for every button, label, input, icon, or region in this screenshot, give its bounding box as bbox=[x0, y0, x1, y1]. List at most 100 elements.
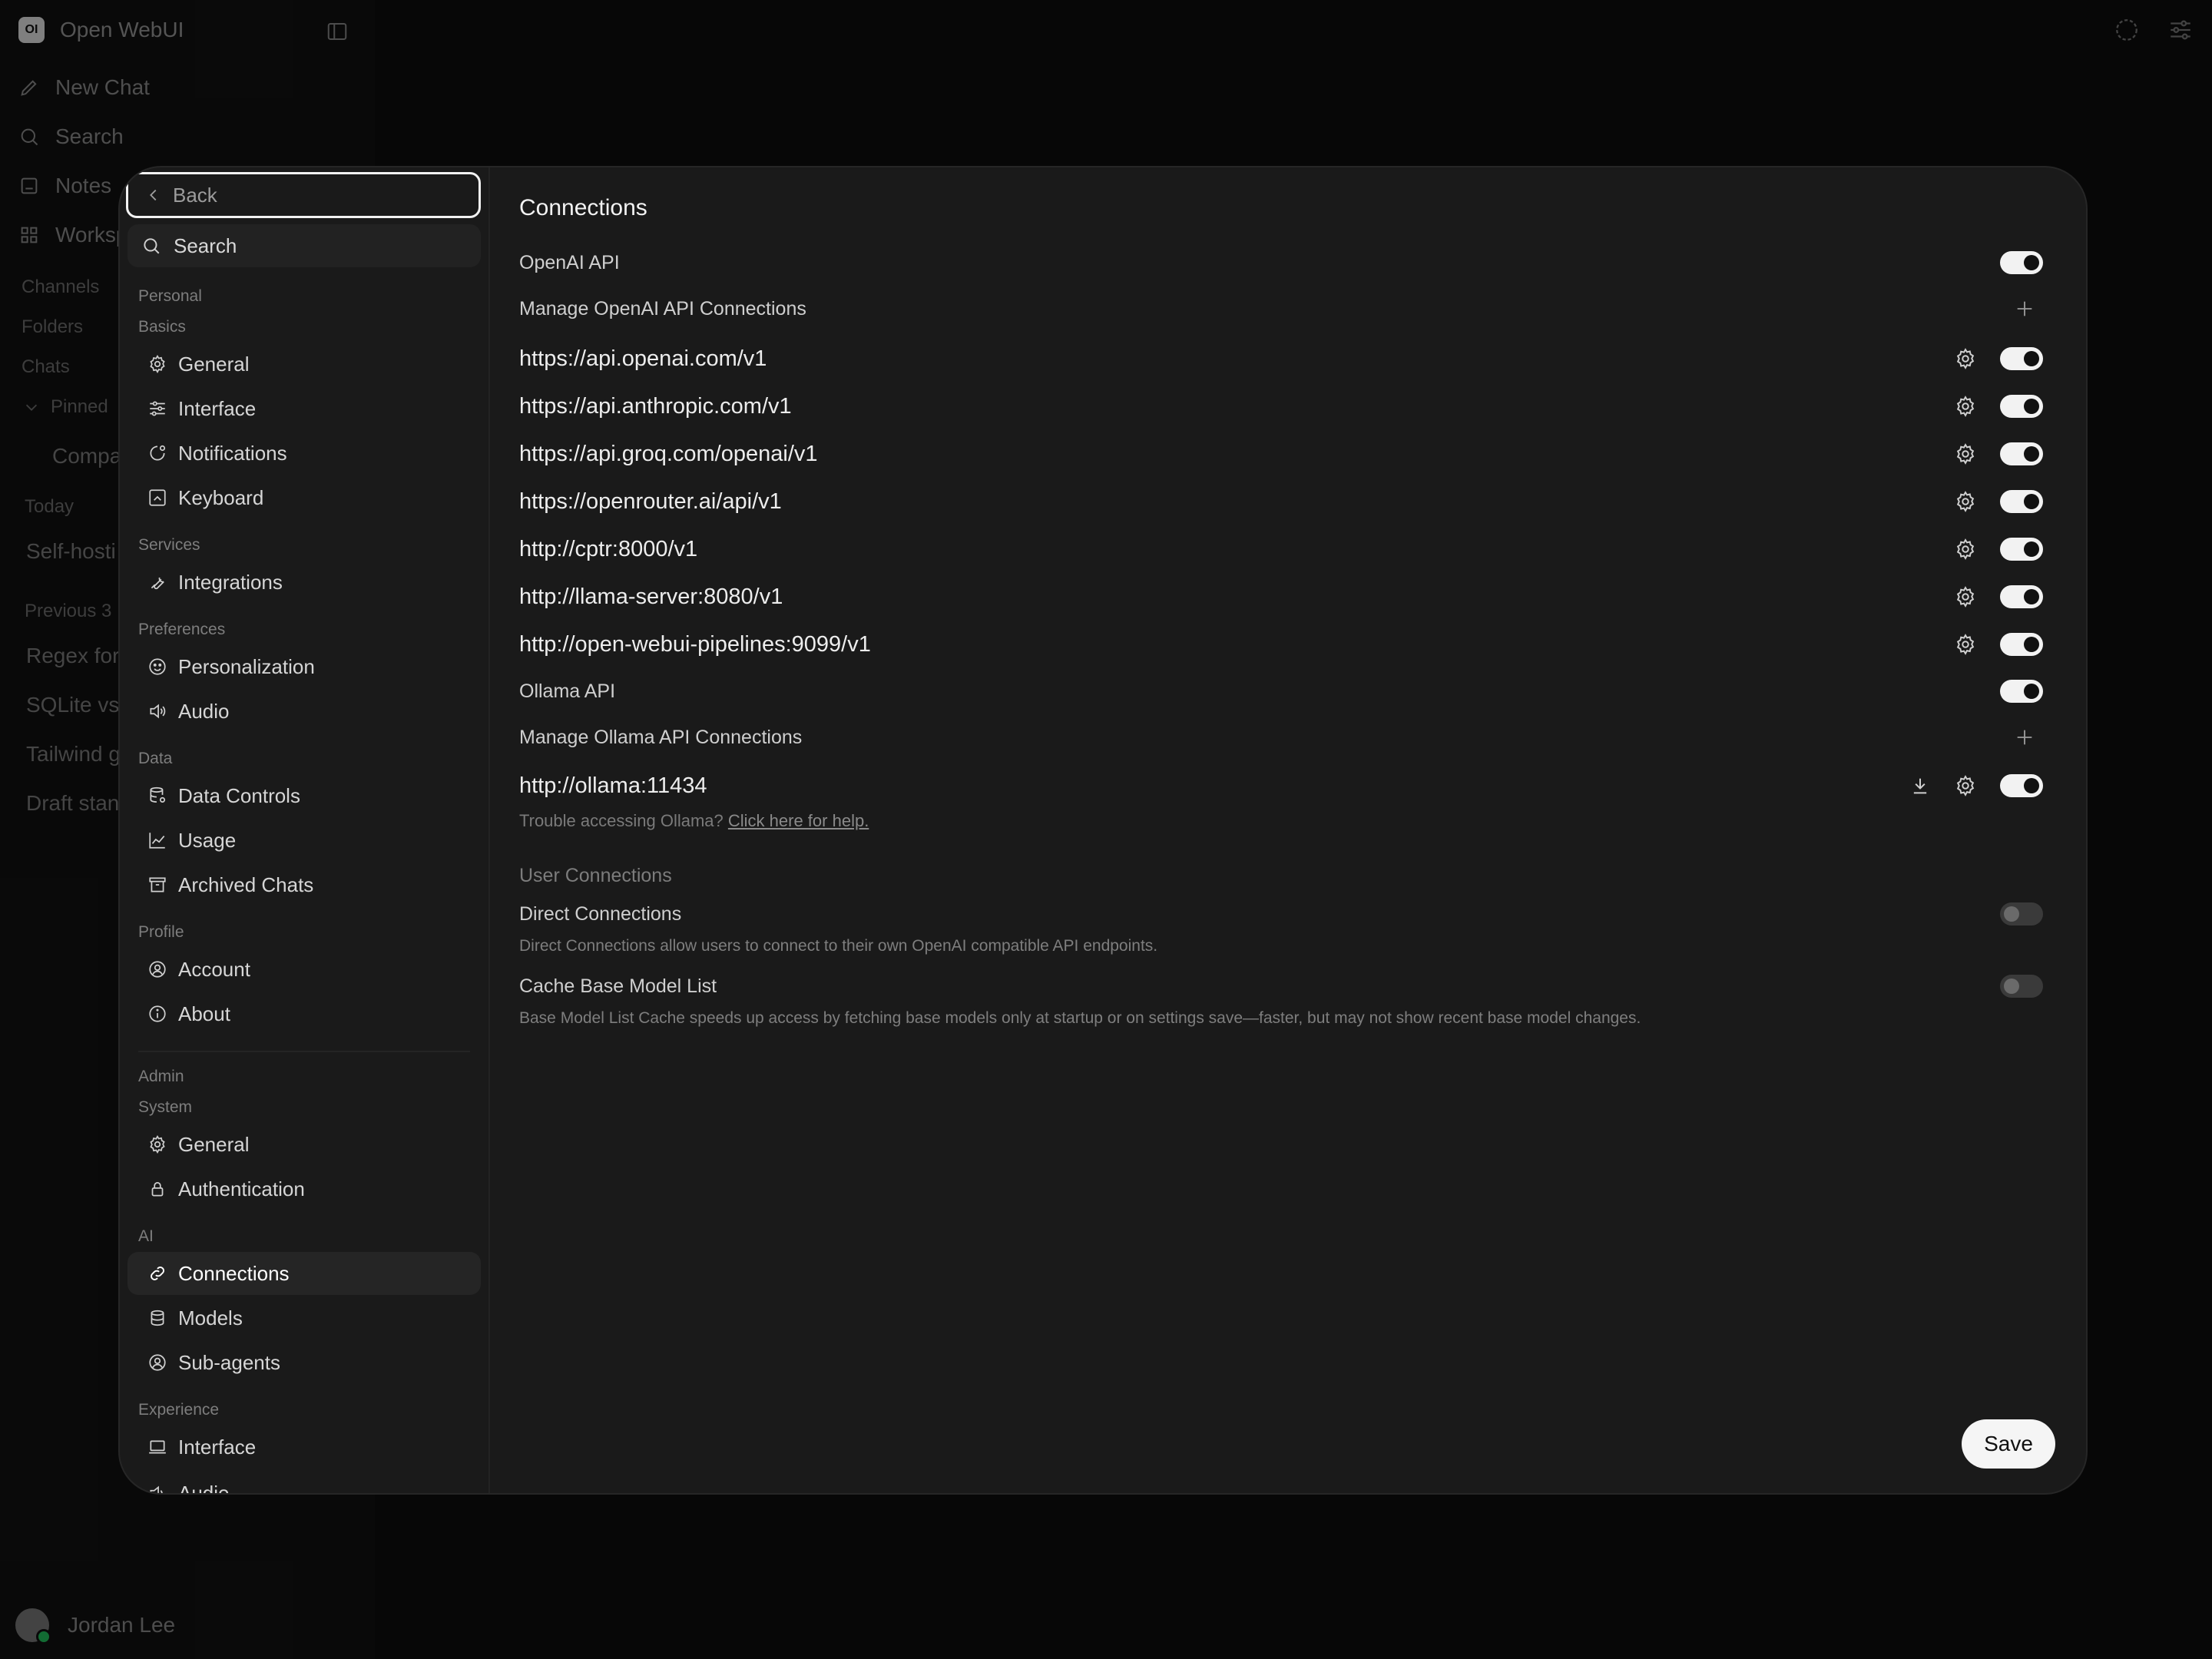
connection-url: http://ollama:11434 bbox=[519, 773, 707, 798]
connection-row: http://cptr:8000/v1 bbox=[519, 531, 2043, 567]
connection-row: http://open-webui-pipelines:9099/v1 bbox=[519, 627, 2043, 662]
download-icon[interactable] bbox=[1909, 775, 1931, 796]
settings-item-personalization[interactable]: Personalization bbox=[127, 645, 481, 688]
heading-system: System bbox=[138, 1098, 193, 1116]
settings-item-label: Integrations bbox=[178, 570, 283, 594]
help-link[interactable]: Click here for help. bbox=[728, 811, 869, 830]
connection-toggle[interactable] bbox=[2000, 347, 2043, 370]
ollama-api-row: Ollama API bbox=[519, 676, 2043, 707]
chart-line-icon bbox=[147, 830, 178, 850]
settings-item-audio[interactable]: Audio bbox=[127, 690, 481, 733]
connection-url: https://api.openai.com/v1 bbox=[519, 346, 767, 371]
settings-item-experience-audio[interactable]: Audio bbox=[127, 1472, 481, 1493]
settings-item-admin-general[interactable]: General bbox=[127, 1123, 481, 1166]
connection-toggle[interactable] bbox=[2000, 395, 2043, 418]
direct-connections-description: Direct Connections allow users to connec… bbox=[519, 937, 1158, 955]
chevron-left-icon bbox=[145, 187, 173, 204]
gear-icon[interactable] bbox=[1954, 490, 1977, 513]
connection-toggle[interactable] bbox=[2000, 585, 2043, 608]
page-title: Connections bbox=[519, 195, 647, 220]
manage-ollama-label: Manage Ollama API Connections bbox=[519, 726, 803, 748]
connection-url: http://cptr:8000/v1 bbox=[519, 536, 698, 561]
connection-toggle[interactable] bbox=[2000, 633, 2043, 656]
connection-toggle[interactable] bbox=[2000, 442, 2043, 465]
wrench-icon bbox=[147, 572, 178, 592]
heading-services: Services bbox=[138, 536, 200, 554]
connection-row: https://api.openai.com/v1 bbox=[519, 341, 2043, 376]
settings-item-usage[interactable]: Usage bbox=[127, 819, 481, 862]
gear-icon[interactable] bbox=[1954, 395, 1977, 418]
settings-item-interface[interactable]: Interface bbox=[127, 387, 481, 430]
gear-icon[interactable] bbox=[1954, 633, 1977, 656]
heading-basics: Basics bbox=[138, 318, 186, 336]
settings-item-integrations[interactable]: Integrations bbox=[127, 561, 481, 604]
openai-api-row: OpenAI API bbox=[519, 247, 2043, 278]
ollama-api-toggle[interactable] bbox=[2000, 680, 2043, 703]
openai-api-label: OpenAI API bbox=[519, 251, 620, 273]
search-label: Search bbox=[174, 233, 237, 257]
gear-icon[interactable] bbox=[1954, 774, 1977, 797]
user-circle-icon bbox=[147, 1353, 178, 1373]
settings-item-label: Usage bbox=[178, 828, 237, 852]
settings-item-label: General bbox=[178, 352, 250, 376]
add-ollama-connection-icon[interactable] bbox=[2014, 727, 2035, 748]
settings-search-input[interactable]: Search bbox=[127, 224, 481, 267]
connection-row: https://openrouter.ai/api/v1 bbox=[519, 484, 2043, 519]
cache-model-list-label: Cache Base Model List bbox=[519, 975, 717, 997]
cache-model-list-toggle[interactable] bbox=[2000, 975, 2043, 998]
settings-item-label: Personalization bbox=[178, 654, 315, 678]
settings-item-about[interactable]: About bbox=[127, 992, 481, 1035]
connection-row: http://llama-server:8080/v1 bbox=[519, 579, 2043, 614]
back-button[interactable]: Back bbox=[126, 172, 481, 218]
settings-item-label: Sub-agents bbox=[178, 1350, 280, 1374]
sidebar-divider bbox=[138, 1051, 470, 1052]
connection-toggle[interactable] bbox=[2000, 538, 2043, 561]
settings-item-sub-agents[interactable]: Sub-agents bbox=[127, 1341, 481, 1384]
settings-item-authentication[interactable]: Authentication bbox=[127, 1167, 481, 1210]
connection-url: http://open-webui-pipelines:9099/v1 bbox=[519, 631, 871, 657]
settings-item-label: About bbox=[178, 1002, 230, 1025]
connection-url: https://api.anthropic.com/v1 bbox=[519, 393, 792, 419]
search-icon bbox=[141, 236, 174, 256]
speaker-icon bbox=[147, 701, 178, 721]
add-openai-connection-icon[interactable] bbox=[2014, 298, 2035, 320]
heading-experience: Experience bbox=[138, 1401, 220, 1419]
settings-item-label: Archived Chats bbox=[178, 873, 314, 896]
settings-item-label: Data Controls bbox=[178, 783, 300, 807]
heading-preferences: Preferences bbox=[138, 621, 226, 638]
keyboard-icon bbox=[147, 488, 178, 508]
settings-item-connections[interactable]: Connections bbox=[127, 1252, 481, 1295]
settings-item-experience-interface[interactable]: Interface bbox=[127, 1426, 481, 1469]
user-circle-icon bbox=[147, 959, 178, 979]
settings-item-label: Connections bbox=[178, 1261, 290, 1285]
gear-icon bbox=[147, 354, 178, 374]
heading-ai: AI bbox=[138, 1227, 154, 1245]
gear-icon[interactable] bbox=[1954, 585, 1977, 608]
openai-api-toggle[interactable] bbox=[2000, 251, 2043, 274]
settings-item-archived-chats[interactable]: Archived Chats bbox=[127, 863, 481, 906]
settings-item-general[interactable]: General bbox=[127, 343, 481, 386]
settings-item-notifications[interactable]: Notifications bbox=[127, 432, 481, 475]
gear-icon[interactable] bbox=[1954, 442, 1977, 465]
manage-openai-label: Manage OpenAI API Connections bbox=[519, 297, 806, 320]
ollama-connection-row: http://ollama:11434 bbox=[519, 768, 2043, 803]
settings-item-account[interactable]: Account bbox=[127, 948, 481, 991]
connections-panel: Connections OpenAI API Manage OpenAI API… bbox=[504, 167, 2086, 1493]
settings-item-label: General bbox=[178, 1132, 250, 1156]
settings-item-models[interactable]: Models bbox=[127, 1296, 481, 1339]
archive-icon bbox=[147, 875, 178, 895]
ollama-help: Trouble accessing Ollama? Click here for… bbox=[519, 811, 869, 831]
settings-item-label: Audio bbox=[178, 699, 230, 723]
connection-toggle[interactable] bbox=[2000, 490, 2043, 513]
settings-item-data-controls[interactable]: Data Controls bbox=[127, 774, 481, 817]
stack-icon bbox=[147, 1308, 178, 1328]
heading-admin: Admin bbox=[138, 1068, 184, 1085]
settings-sidebar: Back Search Personal Basics General Inte… bbox=[120, 167, 490, 1493]
gear-icon[interactable] bbox=[1954, 347, 1977, 370]
connection-toggle[interactable] bbox=[2000, 774, 2043, 797]
direct-connections-toggle[interactable] bbox=[2000, 902, 2043, 926]
gear-icon[interactable] bbox=[1954, 538, 1977, 561]
settings-item-keyboard[interactable]: Keyboard bbox=[127, 476, 481, 519]
ollama-api-label: Ollama API bbox=[519, 680, 616, 702]
save-button[interactable]: Save bbox=[1962, 1419, 2055, 1469]
